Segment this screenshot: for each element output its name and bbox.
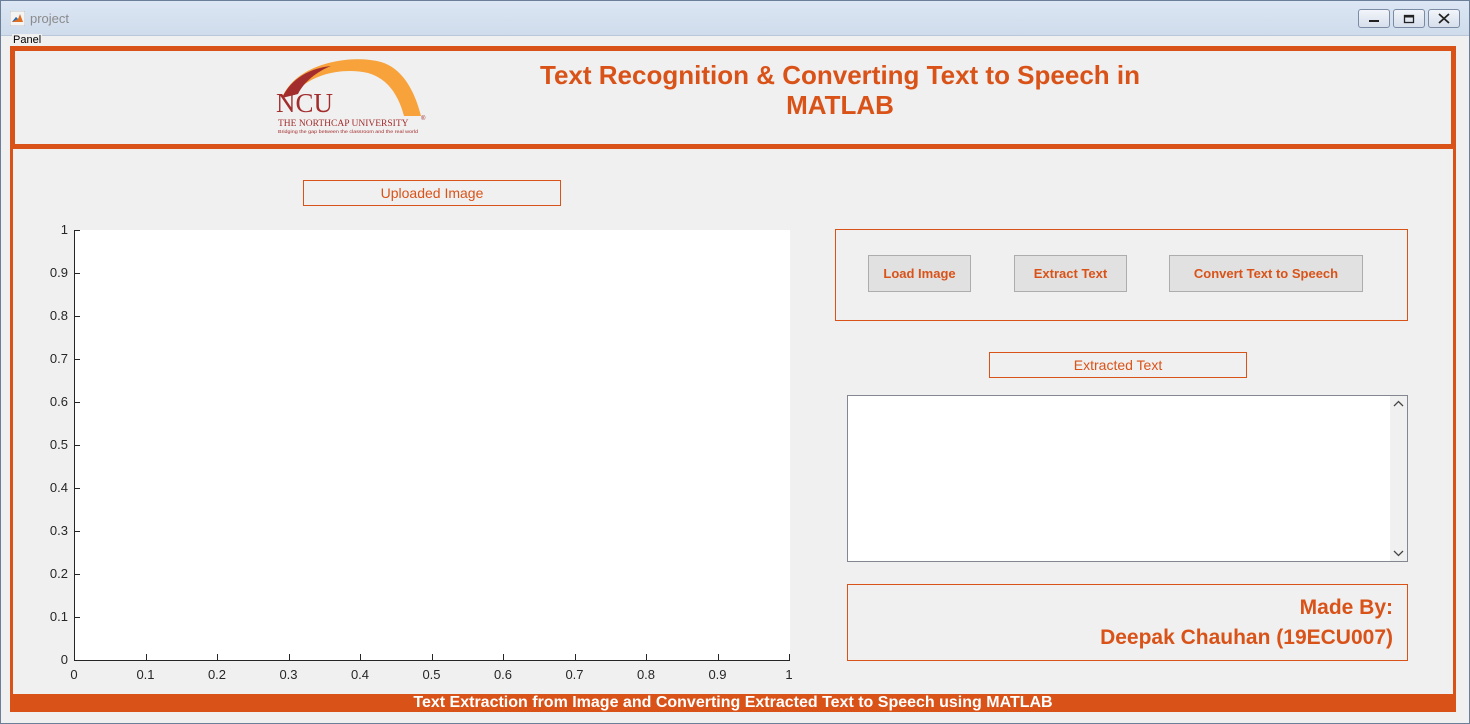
x-tick-label: 0 — [70, 667, 78, 682]
page-title: Text Recognition & Converting Text to Sp… — [520, 60, 1160, 120]
panel-label: Panel — [12, 34, 43, 46]
author-name: Deepak Chauhan (19ECU007) — [1100, 626, 1393, 649]
x-tick-mark — [288, 654, 290, 660]
y-tick-mark — [74, 402, 80, 403]
y-tick-label: 0.4 — [49, 480, 68, 495]
made-by-label: Made By: — [1299, 596, 1393, 619]
y-tick-label: 0.1 — [49, 609, 68, 624]
extracted-text-value — [848, 396, 1407, 404]
minimize-button[interactable] — [1358, 9, 1390, 28]
y-tick-label: 0.7 — [49, 351, 68, 366]
scroll-up-icon[interactable] — [1390, 396, 1407, 413]
x-tick-mark — [360, 654, 361, 660]
uploaded-image-label: Uploaded Image — [303, 180, 561, 206]
x-tick-label: 0.4 — [350, 667, 370, 682]
x-tick-label: 0.9 — [708, 667, 727, 682]
restore-icon — [1403, 14, 1415, 23]
x-tick-mark — [789, 654, 790, 660]
y-tick-mark — [74, 316, 80, 317]
matlab-icon — [10, 11, 25, 26]
x-tick-mark — [74, 654, 75, 660]
window-title: project — [30, 11, 70, 26]
vertical-scrollbar[interactable] — [1390, 396, 1407, 561]
x-tick-mark — [431, 654, 433, 660]
y-tick-label: 0.5 — [49, 437, 68, 452]
y-tick-mark — [74, 230, 80, 231]
x-tick-label: 0.5 — [422, 667, 441, 682]
y-tick-mark — [74, 660, 80, 661]
y-tick-label: 0.2 — [49, 566, 68, 581]
title-line-1: Text Recognition & Converting Text to Sp… — [540, 60, 1140, 90]
x-tick-mark — [574, 654, 576, 660]
minimize-icon — [1369, 19, 1379, 22]
extract-text-button[interactable]: Extract Text — [1014, 255, 1127, 292]
extracted-text-area[interactable] — [847, 395, 1408, 562]
title-bar[interactable]: project — [1, 1, 1469, 36]
y-tick-mark — [74, 531, 80, 532]
x-tick-label: 0.1 — [136, 667, 155, 682]
close-button[interactable] — [1428, 9, 1460, 28]
title-line-2: MATLAB — [786, 90, 894, 120]
close-icon — [1438, 13, 1450, 24]
x-tick-mark — [646, 654, 647, 660]
y-tick-mark — [74, 445, 80, 446]
convert-text-to-speech-button[interactable]: Convert Text to Speech — [1169, 255, 1363, 292]
x-tick-label: 0.8 — [636, 667, 656, 682]
y-tick-mark — [74, 359, 80, 360]
y-tick-label: 0.8 — [49, 308, 68, 323]
ncu-logo: NCU THE NORTHCAP UNIVERSITY ® Bridging t… — [276, 59, 426, 134]
extracted-text-label: Extracted Text — [989, 352, 1247, 378]
x-tick-label: 1 — [785, 667, 793, 682]
x-tick-label: 0.7 — [565, 667, 584, 682]
y-tick-label: 1 — [60, 222, 68, 237]
y-tick-mark — [74, 488, 80, 489]
x-tick-label: 0.3 — [279, 667, 298, 682]
y-tick-mark — [74, 574, 80, 575]
y-tick-label: 0.3 — [49, 523, 68, 538]
load-image-button[interactable]: Load Image — [868, 255, 971, 292]
x-tick-mark — [503, 654, 504, 660]
scroll-down-icon[interactable] — [1390, 544, 1407, 561]
credits-panel: Made By: Deepak Chauhan (19ECU007) — [847, 584, 1408, 661]
y-tick-mark — [74, 273, 80, 274]
y-tick-label: 0.9 — [49, 265, 68, 280]
x-tick-mark — [217, 654, 218, 660]
x-tick-mark — [717, 654, 719, 660]
x-tick-label: 0.2 — [207, 667, 227, 682]
footer-banner: Text Extraction from Image and Convertin… — [10, 694, 1456, 712]
y-tick-label: 0 — [60, 652, 68, 667]
y-tick-label: 0.6 — [49, 394, 68, 409]
logo-registered: ® — [421, 115, 426, 122]
image-axes — [74, 230, 790, 661]
logo-tagline: Bridging the gap between the classroom a… — [278, 129, 419, 134]
y-tick-mark — [74, 617, 80, 618]
x-tick-mark — [145, 654, 147, 660]
logo-text: NCU — [276, 88, 333, 118]
maximize-button[interactable] — [1393, 9, 1425, 28]
x-tick-label: 0.6 — [493, 667, 513, 682]
logo-subtitle: THE NORTHCAP UNIVERSITY — [278, 119, 409, 129]
